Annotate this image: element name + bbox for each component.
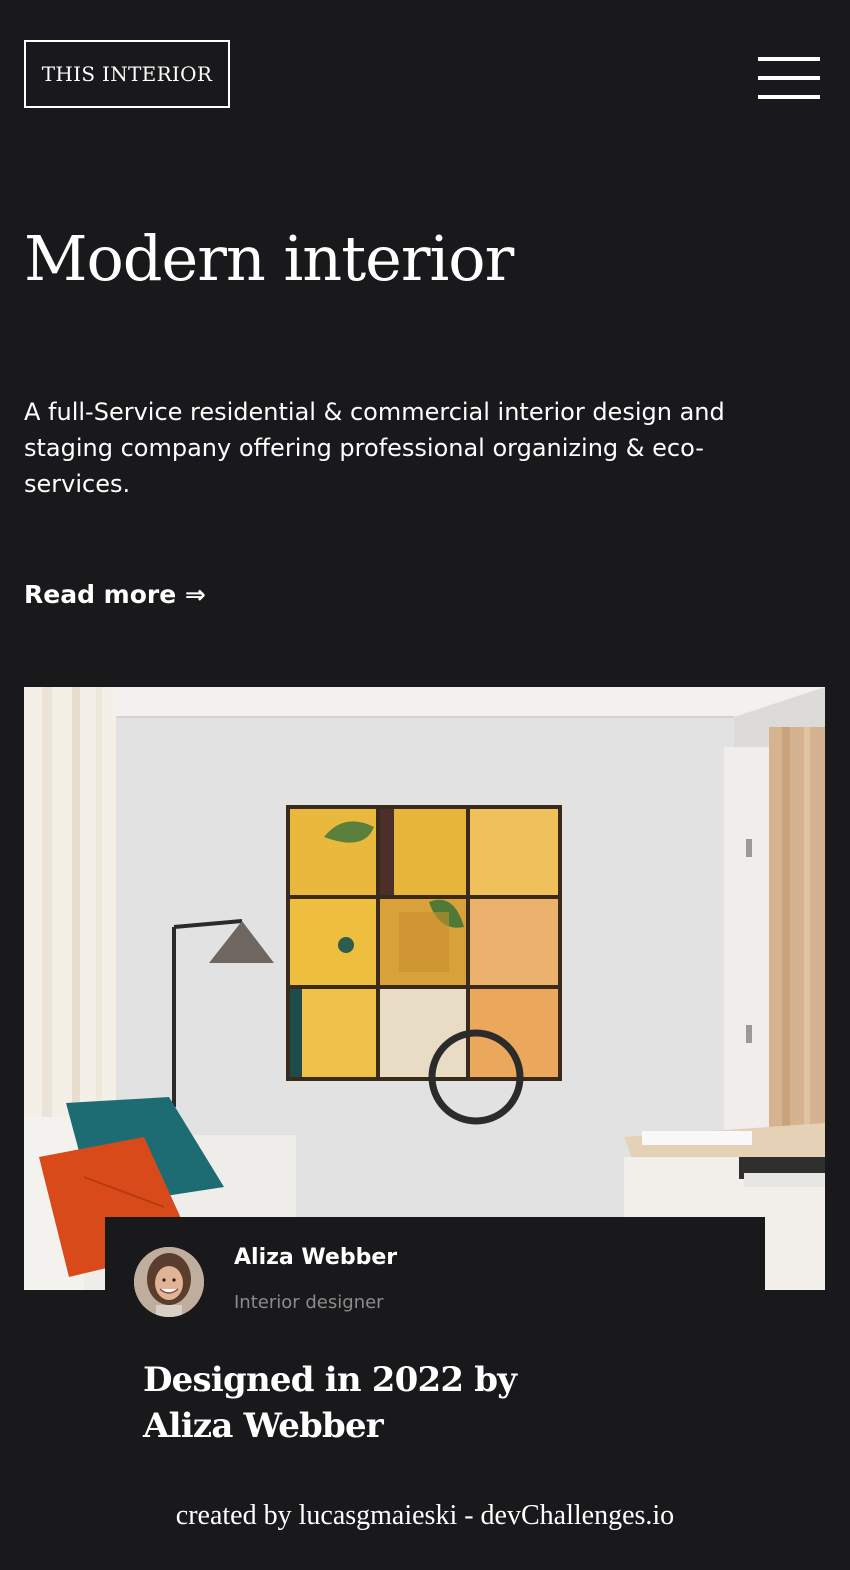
menu-line-top	[758, 57, 820, 61]
author-name: Aliza Webber	[234, 1245, 398, 1270]
read-more-link[interactable]: Read more ⇒	[24, 580, 206, 609]
menu-line-bottom	[758, 95, 820, 99]
menu-line-middle	[758, 76, 820, 80]
designer-card: Aliza Webber Interior designer Designed …	[105, 1217, 765, 1517]
footer-credit: created by lucasgmaieski - devChallenges…	[175, 1500, 675, 1531]
page-title: Modern interior	[24, 222, 514, 295]
living-room-photo	[24, 687, 825, 1290]
card-title: Designed in 2022 by Aliza Webber	[143, 1360, 517, 1446]
site-logo[interactable]: THIS INTERIOR	[24, 40, 230, 108]
hero-description: A full-Service residential & commercial …	[24, 398, 725, 498]
hamburger-menu-icon[interactable]	[758, 55, 820, 103]
author-role: Interior designer	[234, 1292, 384, 1313]
avatar	[134, 1247, 204, 1317]
